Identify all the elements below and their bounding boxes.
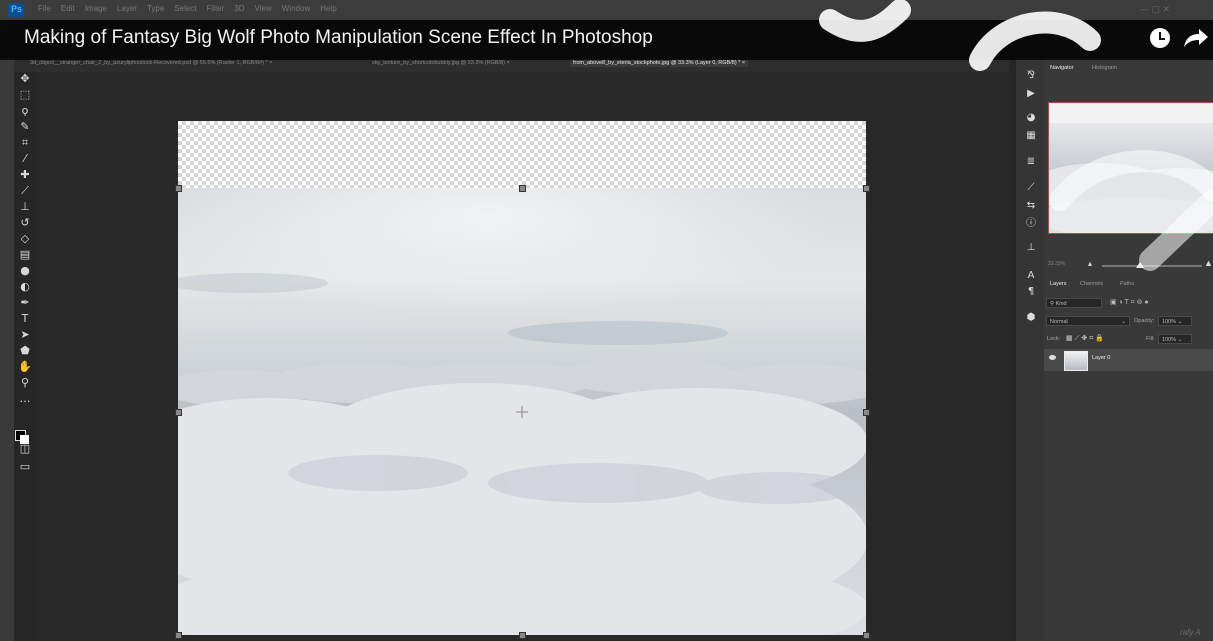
tab-channels[interactable]: Channels [1080, 281, 1103, 287]
fill-field[interactable]: 100% ⌄ [1158, 334, 1192, 344]
panel-dock: ⅋ ▶ ◕ ▦ ≣ ⟋ ⇆ ⓘ ⊥ A ¶ ⬢ [1016, 58, 1044, 641]
clock-icon[interactable] [1150, 28, 1170, 48]
visibility-eye-icon[interactable] [1049, 355, 1056, 360]
fill-label: Fill: [1146, 336, 1155, 342]
layers-tabs: Layers Channels Paths [1044, 281, 1213, 293]
menu-item-select[interactable]: Select [174, 4, 196, 13]
blur-tool-icon[interactable]: ● [18, 264, 32, 277]
share-icon[interactable] [1180, 25, 1210, 51]
adjustments-icon[interactable]: ≣ [1024, 156, 1038, 168]
gradient-tool-icon[interactable]: ▤ [18, 248, 32, 261]
toolbar-strip [0, 58, 14, 641]
zoom-slider-knob[interactable] [1136, 262, 1144, 268]
history-icon[interactable]: ⅋ [1024, 70, 1038, 82]
tab-navigator[interactable]: Navigator [1050, 65, 1074, 71]
opacity-field[interactable]: 100% ⌄ [1158, 316, 1192, 326]
history-brush-tool-icon[interactable]: ↺ [18, 216, 32, 229]
tab-document-2[interactable]: sky_texture_by_shortcolebubbly.jpg @ 33.… [372, 60, 510, 66]
zoom-value[interactable]: 33.33% [1048, 261, 1065, 267]
marquee-tool-icon[interactable]: ⬚ [18, 88, 32, 101]
menu-item-view[interactable]: View [255, 4, 272, 13]
transform-handle-bottom[interactable] [519, 632, 526, 639]
lasso-tool-icon[interactable]: ϙ [18, 104, 32, 117]
paragraph-icon[interactable]: ¶ [1024, 286, 1038, 298]
video-title: Making of Fantasy Big Wolf Photo Manipul… [24, 27, 653, 48]
transform-handle-left[interactable] [175, 409, 182, 416]
document-tab-bar: 3d_object__stranger_chair_2_by_azurylipf… [14, 58, 1009, 72]
transform-handle-tl[interactable] [175, 185, 182, 192]
color-icon[interactable]: ◕ [1024, 112, 1038, 124]
lock-label: Lock: [1047, 336, 1061, 342]
menu-item-3d[interactable]: 3D [234, 4, 244, 13]
menu-item-filter[interactable]: Filter [207, 4, 225, 13]
healing-tool-icon[interactable]: ✚ [18, 168, 32, 181]
zoom-tool-icon[interactable]: ⚲ [18, 376, 32, 389]
layer-filter-icons[interactable]: ▣ ◑ T ⌗ ⊚ ● [1110, 298, 1149, 307]
hand-tool-icon[interactable]: ✋ [18, 360, 32, 373]
blend-mode-select[interactable]: Normal ⌄ [1046, 316, 1130, 326]
menu-item-window[interactable]: Window [282, 4, 310, 13]
menu-item-edit[interactable]: Edit [61, 4, 75, 13]
more-tools-icon[interactable]: … [18, 392, 32, 405]
eraser-tool-icon[interactable]: ◇ [18, 232, 32, 245]
watermark-text: rafy A [1180, 628, 1201, 637]
screen-mode-icon[interactable]: ▭ [18, 460, 32, 473]
transform-handle-br[interactable] [863, 632, 870, 639]
move-tool-icon[interactable]: ✥ [18, 72, 32, 85]
layer-filter-kind[interactable]: ⚲ Kind [1046, 298, 1102, 308]
layer-name[interactable]: Layer 0 [1092, 355, 1110, 361]
window-controls[interactable]: — ▢ ✕ [1140, 4, 1170, 15]
menu-item-image[interactable]: Image [85, 4, 107, 13]
lock-icons[interactable]: ▦ ⟋ ✥ ⌗ 🔒 [1066, 334, 1104, 343]
properties-icon[interactable]: ⇆ [1024, 200, 1038, 212]
menu-item-layer[interactable]: Layer [117, 4, 137, 13]
transform-handle-top[interactable] [519, 185, 526, 192]
menu-item-type[interactable]: Type [147, 4, 164, 13]
menu-item-help[interactable]: Help [320, 4, 336, 13]
actions-play-icon[interactable]: ▶ [1024, 88, 1038, 100]
stamp-tool-icon[interactable]: ⊥ [18, 200, 32, 213]
layer-thumbnail [1064, 351, 1088, 371]
zoom-slider[interactable] [1102, 265, 1202, 267]
transform-handle-tr[interactable] [863, 185, 870, 192]
tab-paths[interactable]: Paths [1120, 281, 1134, 287]
tools-panel: ✥ ⬚ ϙ ✎ ⌗ ⁄ ✚ ⟋ ⊥ ↺ ◇ ▤ ● ◐ ✒ T ➤ ⬟ ✋ ⚲ … [14, 70, 36, 490]
transform-handle-bl[interactable] [175, 632, 182, 639]
transparent-region[interactable] [178, 121, 866, 188]
navigator-zoom-row: 33.33% ▴ ▲ [1044, 258, 1213, 270]
tab-layers[interactable]: Layers [1050, 281, 1067, 287]
tab-histogram[interactable]: Histogram [1092, 65, 1117, 71]
swatches-icon[interactable]: ▦ [1024, 130, 1038, 142]
zoom-out-icon[interactable]: ▴ [1088, 259, 1092, 268]
transform-handle-right[interactable] [863, 409, 870, 416]
type-tool-icon[interactable]: T [18, 312, 32, 325]
menu-item-file[interactable]: File [38, 4, 51, 13]
pen-tool-icon[interactable]: ✒ [18, 296, 32, 309]
eyedropper-tool-icon[interactable]: ⁄ [18, 152, 32, 165]
brush-tool-icon[interactable]: ⟋ [18, 184, 32, 197]
opacity-label: Opacity: [1134, 318, 1155, 324]
info-icon[interactable]: ⓘ [1024, 218, 1038, 230]
path-select-tool-icon[interactable]: ➤ [18, 328, 32, 341]
tab-document-1[interactable]: 3d_object__stranger_chair_2_by_azurylipf… [30, 60, 272, 66]
menu-bar: Ps File Edit Image Layer Type Select Filter 3D V… [0, 0, 1213, 20]
quick-select-tool-icon[interactable]: ✎ [18, 120, 32, 133]
crop-tool-icon[interactable]: ⌗ [18, 136, 32, 149]
clone-source-icon[interactable]: ⊥ [1024, 242, 1038, 254]
background-color-swatch[interactable] [20, 435, 29, 444]
character-icon[interactable]: A [1024, 270, 1038, 282]
zoom-in-icon[interactable]: ▲ [1204, 258, 1213, 268]
photoshop-logo-icon: Ps [8, 3, 24, 17]
cloud-photo-layer[interactable] [178, 188, 866, 635]
menu-items: File Edit Image Layer Type Select Filter 3D View… [38, 4, 337, 13]
tab-document-3[interactable]: from_above8_by_eteria_stockphoto.jpg @ 3… [570, 59, 749, 67]
dodge-tool-icon[interactable]: ◐ [18, 280, 32, 293]
navigator-tabs: Navigator Histogram [1044, 62, 1213, 74]
brush-settings-icon[interactable]: ⟋ [1024, 182, 1038, 194]
shape-tool-icon[interactable]: ⬟ [18, 344, 32, 357]
3d-icon[interactable]: ⬢ [1024, 312, 1038, 324]
navigator-preview[interactable] [1048, 102, 1213, 234]
